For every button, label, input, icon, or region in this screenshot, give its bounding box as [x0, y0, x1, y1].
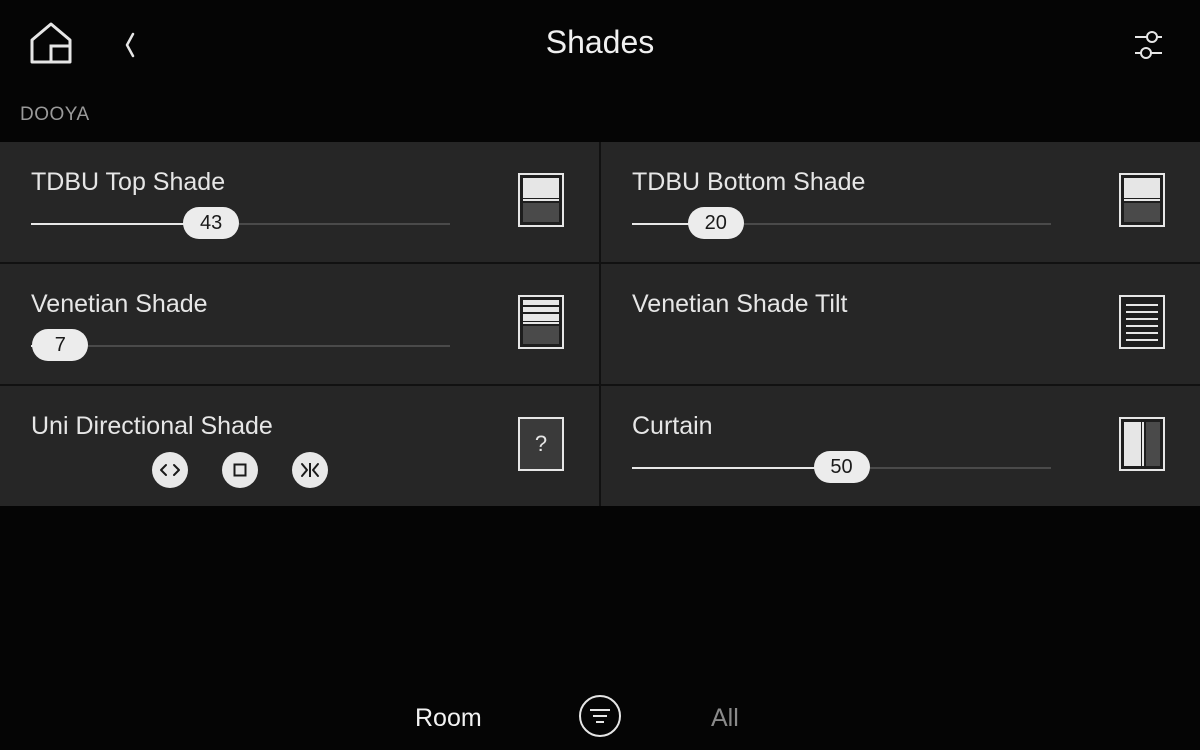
- page-title: Shades: [545, 24, 655, 60]
- card-title: Venetian Shade Tilt: [632, 290, 848, 318]
- tab-all[interactable]: All: [711, 704, 739, 733]
- tdbu-top-slider[interactable]: 43: [31, 207, 450, 239]
- close-button[interactable]: [292, 452, 328, 488]
- filter-button[interactable]: [578, 694, 622, 738]
- shade-card-curtain: Curtain 50: [601, 386, 1200, 506]
- close-icon: [301, 463, 319, 477]
- card-title: Uni Directional Shade: [31, 412, 273, 440]
- blinds-icon-button[interactable]: [1118, 294, 1166, 350]
- stop-button[interactable]: [222, 452, 258, 488]
- tdbu-bottom-slider[interactable]: 20: [632, 207, 1051, 239]
- slider-thumb[interactable]: 50: [813, 451, 870, 483]
- shade-icon-button[interactable]: [1118, 172, 1166, 228]
- curtain-icon-button[interactable]: [1118, 416, 1166, 472]
- stop-icon: [233, 463, 247, 477]
- footer-nav: Room All: [0, 680, 1200, 750]
- blinds-icon: [1119, 295, 1165, 349]
- slider-thumb[interactable]: 20: [687, 207, 744, 239]
- card-title: TDBU Bottom Shade: [632, 168, 866, 196]
- shade-icon: [518, 173, 564, 227]
- slider-thumb[interactable]: 7: [32, 329, 89, 361]
- header: Shades: [0, 0, 1200, 92]
- shade-icon-button[interactable]: [517, 172, 565, 228]
- shade-card-uni-directional: Uni Directional Shade ?: [0, 386, 599, 506]
- curtain-icon: [1119, 417, 1165, 471]
- venetian-shade-icon-button[interactable]: [517, 294, 565, 350]
- section-label: DOOYA: [20, 104, 90, 125]
- filter-icon: [579, 695, 621, 737]
- open-button[interactable]: [152, 452, 188, 488]
- shade-icon: [1119, 173, 1165, 227]
- shades-screen: Shades DOOYA TDBU Top Shade 43 TDBU Bott…: [0, 0, 1200, 750]
- slider-fill: [632, 467, 842, 469]
- shade-card-tdbu-bottom: TDBU Bottom Shade 20: [601, 142, 1200, 262]
- shade-card-tdbu-top: TDBU Top Shade 43: [0, 142, 599, 262]
- shade-grid: TDBU Top Shade 43 TDBU Bottom Shade 20 V…: [0, 142, 1200, 506]
- unknown-device-icon: ?: [518, 417, 564, 471]
- tab-room[interactable]: Room: [415, 704, 482, 733]
- shade-card-venetian: Venetian Shade 7: [0, 264, 599, 384]
- card-title: Venetian Shade: [31, 290, 208, 318]
- open-icon: [160, 464, 180, 476]
- venetian-slider[interactable]: 7: [31, 329, 450, 361]
- slider-thumb[interactable]: 43: [183, 207, 240, 239]
- venetian-shade-icon: [518, 295, 564, 349]
- card-title: Curtain: [632, 412, 713, 440]
- settings-button[interactable]: [1132, 26, 1166, 64]
- curtain-slider[interactable]: 50: [632, 451, 1051, 483]
- unknown-device-icon-button[interactable]: ?: [517, 416, 565, 472]
- shade-card-venetian-tilt: Venetian Shade Tilt: [601, 264, 1200, 489]
- card-title: TDBU Top Shade: [31, 168, 226, 196]
- sliders-icon: [1135, 31, 1162, 59]
- unknown-glyph: ?: [535, 431, 547, 456]
